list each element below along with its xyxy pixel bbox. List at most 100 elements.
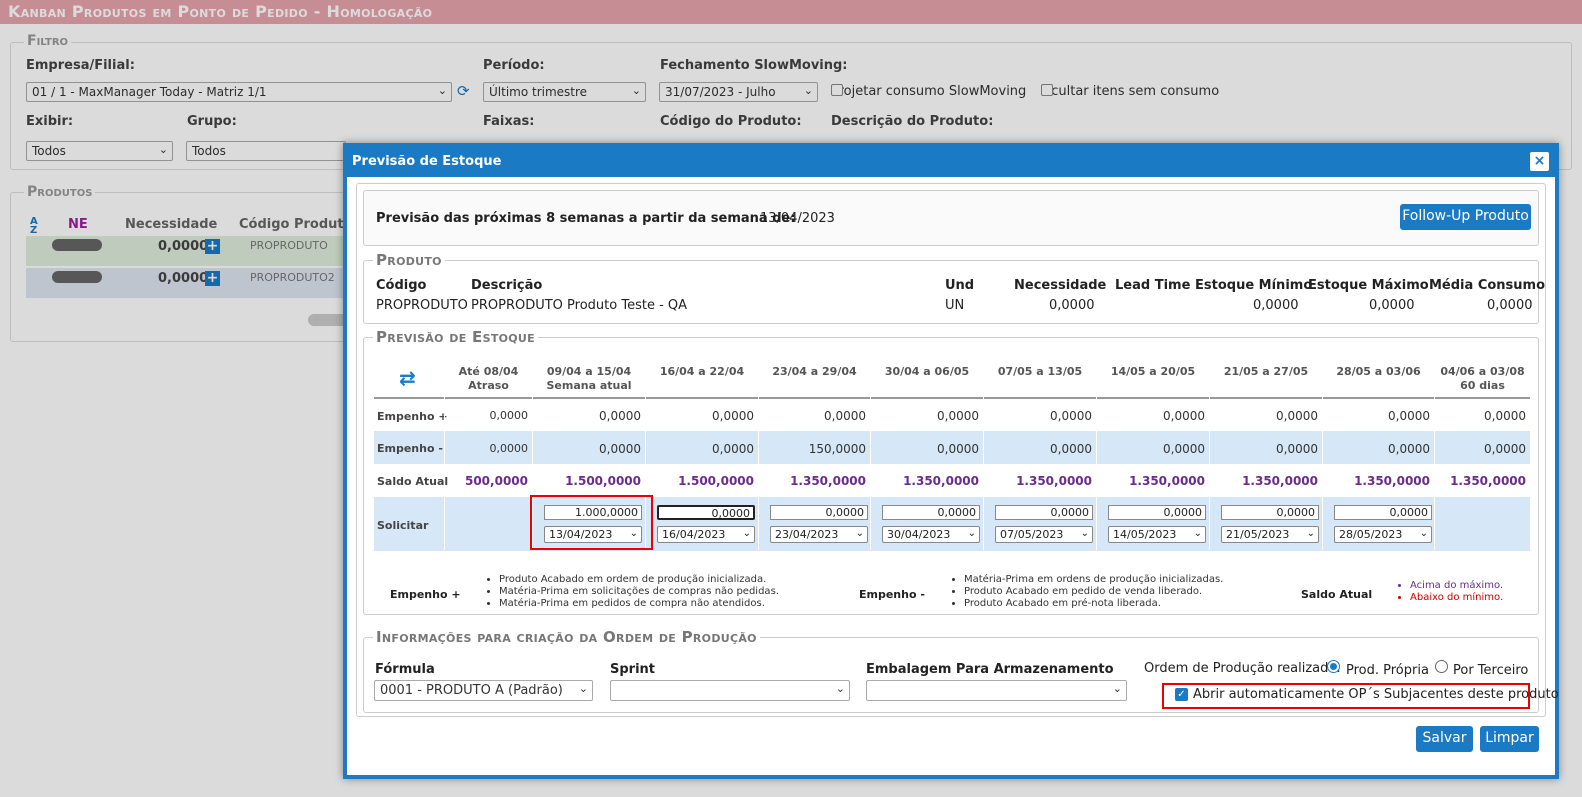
legend-item: Matéria-Prima em ordens de produção inic… xyxy=(964,574,1223,586)
salvar-button[interactable]: Salvar xyxy=(1416,726,1473,752)
th-lead-time: Lead Time xyxy=(1115,278,1191,293)
cell-empenho-menos: 0,0000 xyxy=(937,442,979,456)
column-header: 28/05 a 03/06 xyxy=(1323,359,1434,397)
cell-empenho-menos: 0,0000 xyxy=(1388,442,1430,456)
column-header-range: 14/05 a 20/05 xyxy=(1110,365,1196,378)
cell-empenho-menos: 0,0000 xyxy=(1484,442,1526,456)
limpar-button[interactable]: Limpar xyxy=(1480,726,1539,752)
chevron-down-icon: ⌄ xyxy=(1080,528,1089,539)
cell-saldo: 1.350,0000 xyxy=(1242,474,1318,488)
formula-select[interactable]: 0001 - PRODUTO A (Padrão) ⌄ xyxy=(374,680,593,701)
abrir-label: Abrir automaticamente OP´s Subjacentes d… xyxy=(1193,687,1559,702)
column-header: 09/04 a 15/04 Semana atual xyxy=(533,359,645,397)
cell-empenho-menos: 0,0000 xyxy=(1163,442,1205,456)
info-legend: Informações para criação da Ordem de Pro… xyxy=(373,628,760,646)
solicitar-date-select[interactable]: 28/05/2023 ⌄ xyxy=(1334,526,1432,543)
solicitar-date-select[interactable]: 07/05/2023 ⌄ xyxy=(995,526,1093,543)
cell-empenho-menos: 0,0000 xyxy=(712,442,754,456)
column-header-range: 23/04 a 29/04 xyxy=(772,365,857,378)
column-header: 23/04 a 29/04 xyxy=(759,359,870,397)
cell-empenho-menos: 0,0000 xyxy=(1276,442,1318,456)
chevron-down-icon: ⌄ xyxy=(1419,528,1428,539)
chevron-down-icon: ⌄ xyxy=(855,528,864,539)
solicitar-qty-input[interactable]: 0,0000 xyxy=(770,505,868,520)
cell-saldo: 1.350,0000 xyxy=(1450,474,1526,488)
td-media: 0,0000 xyxy=(1487,298,1533,313)
solicitar-date-select[interactable]: 30/04/2023 ⌄ xyxy=(882,526,980,543)
cell-empenho-menos: 0,0000 xyxy=(599,442,641,456)
forecast-column: 28/05 a 03/06 0,0000 0,0000 1.350,0000 0,000… xyxy=(1322,359,1434,550)
td-estoque-min: 0,0000 xyxy=(1253,298,1299,313)
cell-empenho-mais: 0,0000 xyxy=(599,409,641,423)
dialog-title: Previsão de Estoque xyxy=(352,154,502,169)
cell-saldo: 1.350,0000 xyxy=(1354,474,1430,488)
legend-item: Produto Acabado em ordem de produção ini… xyxy=(499,574,779,586)
solicitar-qty-input[interactable]: 0,0000 xyxy=(882,505,980,520)
chevron-down-icon: ⌄ xyxy=(1193,528,1202,539)
abrir-checkbox[interactable]: ✓ xyxy=(1175,688,1188,701)
cell-empenho-menos: 0,0000 xyxy=(489,442,529,455)
embalagem-label: Embalagem Para Armazenamento xyxy=(866,662,1114,677)
solicitar-qty-input[interactable]: 0,0000 xyxy=(1334,505,1432,520)
highlight-box xyxy=(530,495,653,550)
sprint-label: Sprint xyxy=(610,662,656,677)
cell-empenho-menos: 150,0000 xyxy=(808,442,866,456)
radio-propria[interactable] xyxy=(1327,660,1340,673)
forecast-column: 14/05 a 20/05 0,0000 0,0000 1.350,0000 0,000… xyxy=(1096,359,1209,550)
radio-propria-label: Prod. Própria xyxy=(1346,663,1429,678)
previsao-date: 13/04/2023 xyxy=(760,211,835,226)
cell-saldo: 500,0000 xyxy=(464,474,528,488)
solicitar-date-select[interactable]: 21/05/2023 ⌄ xyxy=(1221,526,1319,543)
th-media: Média Consumo xyxy=(1429,278,1546,293)
previsao-dialog: Previsão de Estoque × Previsão das próxi… xyxy=(343,143,1559,779)
th-und: Und xyxy=(945,278,975,293)
previsao-label: Previsão das próximas 8 semanas a partir… xyxy=(376,211,796,226)
solicitar-qty-input[interactable]: 0,0000 xyxy=(657,505,755,520)
radio-terceiro[interactable] xyxy=(1435,660,1448,673)
solicitar-date-value: 07/05/2023 xyxy=(1000,528,1064,541)
legend-item: Abaixo do mínimo. xyxy=(1410,592,1503,604)
solicitar-qty-input[interactable]: 0,0000 xyxy=(1108,505,1206,520)
solicitar-date-value: 23/04/2023 xyxy=(775,528,839,541)
solicitar-date-value: 30/04/2023 xyxy=(887,528,951,541)
column-header-sub: 60 dias xyxy=(1460,379,1505,392)
cell-empenho-mais: 0,0000 xyxy=(1050,409,1092,423)
forecast-column: 30/04 a 06/05 0,0000 0,0000 1.350,0000 0,000… xyxy=(870,359,983,550)
label-empenho-menos: Empenho - xyxy=(377,442,443,455)
refresh-arrows-icon[interactable]: ⇄ xyxy=(399,366,416,390)
solicitar-date-select[interactable]: 16/04/2023 ⌄ xyxy=(657,526,755,543)
legend-item: Produto Acabado em pedido de venda liber… xyxy=(964,586,1223,598)
followup-button[interactable]: Follow-Up Produto xyxy=(1400,204,1531,230)
solicitar-date-select[interactable]: 14/05/2023 ⌄ xyxy=(1108,526,1206,543)
chevron-down-icon: ⌄ xyxy=(835,682,845,695)
td-codigo: PROPRODUTO xyxy=(376,298,468,313)
th-necessidade: Necessidade xyxy=(1014,278,1107,293)
cell-saldo: 1.350,0000 xyxy=(790,474,866,488)
embalagem-select[interactable]: ⌄ xyxy=(866,680,1127,701)
solicitar-qty-input[interactable]: 0,0000 xyxy=(1221,505,1319,520)
th-estoque-min: Estoque Mínimo xyxy=(1195,278,1313,293)
column-header: 07/05 a 13/05 xyxy=(984,359,1096,397)
sprint-select[interactable]: ⌄ xyxy=(610,680,850,701)
solicitar-date-value: 14/05/2023 xyxy=(1113,528,1177,541)
th-codigo: Código xyxy=(376,278,427,293)
cell-empenho-mais: 0,0000 xyxy=(1388,409,1430,423)
solicitar-date-select[interactable]: 23/04/2023 ⌄ xyxy=(770,526,868,543)
solicitar-qty-input[interactable]: 0,0000 xyxy=(995,505,1093,520)
solicitar-date-value: 21/05/2023 xyxy=(1226,528,1290,541)
ordem-label: Ordem de Produção realizada: xyxy=(1144,661,1341,676)
legend-empenho-menos-label: Empenho - xyxy=(859,588,925,601)
legend-empenho-mais-list: Produto Acabado em ordem de produção ini… xyxy=(485,574,779,610)
label-solicitar: Solicitar xyxy=(377,519,429,532)
chevron-down-icon: ⌄ xyxy=(967,528,976,539)
forecast-column: Até 08/04 Atraso 0,0000 0,0000 500,0000 xyxy=(444,359,532,550)
column-header: 04/06 a 03/08 60 dias xyxy=(1435,359,1530,397)
dialog-body: Previsão das próximas 8 semanas a partir… xyxy=(356,183,1559,717)
label-empenho-mais: Empenho + xyxy=(377,410,448,423)
column-header-range: 07/05 a 13/05 xyxy=(997,365,1083,378)
chevron-down-icon: ⌄ xyxy=(1306,528,1315,539)
close-icon[interactable]: × xyxy=(1530,152,1549,171)
column-header-range: 21/05 a 27/05 xyxy=(1223,365,1309,378)
formula-value: 0001 - PRODUTO A (Padrão) xyxy=(380,683,563,698)
cell-saldo: 1.350,0000 xyxy=(903,474,979,488)
